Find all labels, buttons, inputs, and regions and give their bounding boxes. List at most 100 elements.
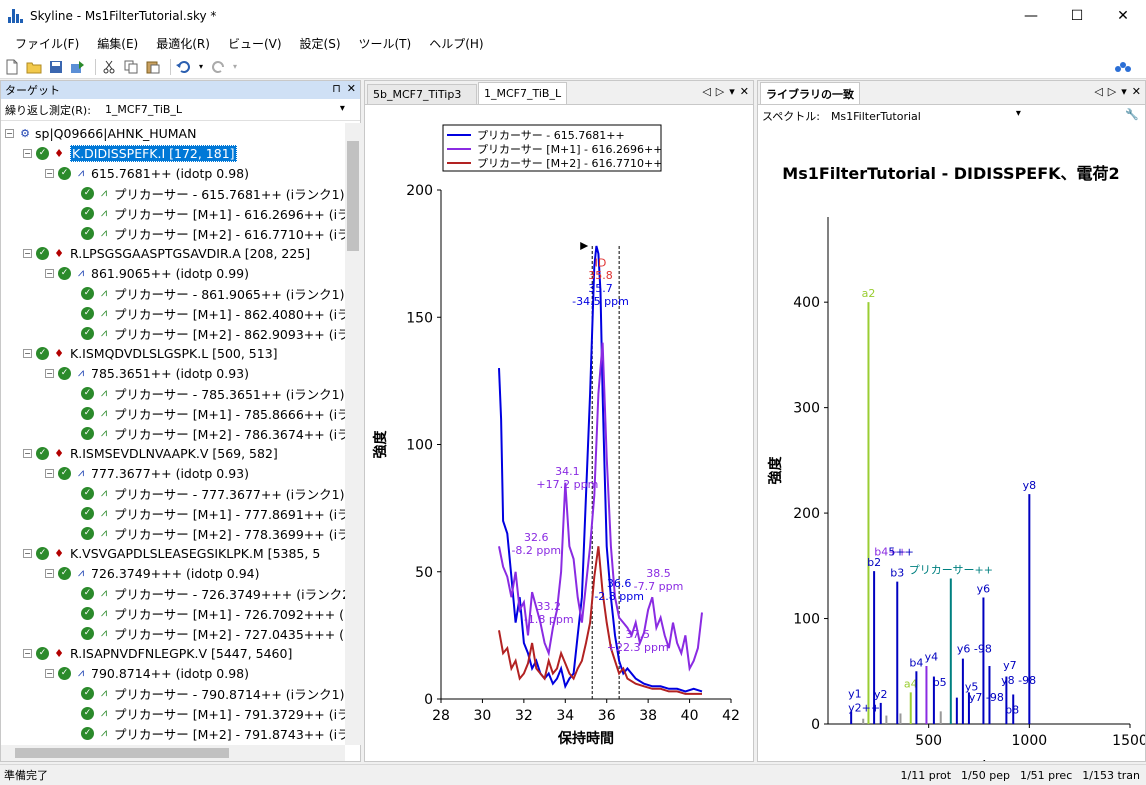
precursor-node[interactable]: − ✓ ⩘ 790.8714++ (idotp 0.98) <box>1 663 345 683</box>
collapse-icon[interactable]: − <box>23 548 32 558</box>
peak-label: y4 <box>925 651 939 664</box>
tab-prev-icon[interactable]: ◁ <box>1094 85 1102 98</box>
transition-node[interactable]: ✓ ⩘ プリカーサー [M+1] - 791.3729++ (iランク <box>1 703 345 723</box>
tab-close-icon[interactable]: ✕ <box>740 85 749 98</box>
collapse-icon[interactable]: − <box>45 268 54 278</box>
menu-tools[interactable]: ツール(T) <box>350 35 421 52</box>
collapse-icon[interactable]: − <box>45 668 54 678</box>
collapse-icon[interactable]: − <box>5 128 14 138</box>
import-icon[interactable] <box>69 58 87 76</box>
collapse-icon[interactable]: − <box>23 248 32 258</box>
menu-settings[interactable]: 設定(S) <box>291 35 350 52</box>
tab-menu-icon[interactable]: ▾ <box>1121 85 1127 98</box>
peak-annotation: 35.8 <box>588 269 613 282</box>
copy-icon[interactable] <box>122 58 140 76</box>
library-spectrum-chart[interactable]: Ms1FilterTutorial - DIDISSPEFK、電荷2 0 100 20… <box>758 127 1146 774</box>
precursor-icon: ⩘ <box>77 166 85 179</box>
transition-node[interactable]: ✓ ⩘ プリカーサー - 790.8714++ (iランク1)[i 1 <box>1 683 345 703</box>
cut-icon[interactable] <box>100 58 118 76</box>
tab-replicate-5b[interactable]: 5b_MCF7_TiTip3 <box>367 84 477 104</box>
tab-prev-icon[interactable]: ◁ <box>702 85 710 98</box>
transition-node[interactable]: ✓ ⩘ プリカーサー [M+2] - 791.8743++ (iランク <box>1 723 345 743</box>
menu-view[interactable]: ビュー(V) <box>219 35 291 52</box>
tab-menu-icon[interactable]: ▾ <box>729 85 735 98</box>
pin-icon[interactable]: ⊓ <box>332 82 341 95</box>
redo-icon[interactable] <box>209 58 227 76</box>
spectrum-select[interactable]: Ms1FilterTutorial <box>828 107 1024 125</box>
transition-node[interactable]: ✓ ⩘ プリカーサー [M+1] - 777.8691++ (iランク <box>1 503 345 523</box>
collapse-icon[interactable]: − <box>45 468 54 478</box>
precursor-node[interactable]: − ✓ ⩘ 615.7681++ (idotp 0.98) <box>1 163 345 183</box>
transition-node[interactable]: ✓ ⩘ プリカーサー [M+1] - 785.8666++ (iランク <box>1 403 345 423</box>
open-folder-icon[interactable] <box>25 58 43 76</box>
peptide-node[interactable]: − ✓ ♦ R.ISMSEVDLNVAAPK.V [569, 582] <box>1 443 345 463</box>
chromatogram-chart[interactable]: 0 50 100 150 200 28 30 32 34 36 38 40 42 保持時間 強度 ID35.8… <box>365 105 753 761</box>
precursor-node[interactable]: − ✓ ⩘ 785.3651++ (idotp 0.93) <box>1 363 345 383</box>
transition-node[interactable]: ✓ ⩘ プリカーサー [M+1] - 616.2696++ (iランク <box>1 203 345 223</box>
paste-icon[interactable] <box>144 58 162 76</box>
check-icon: ✓ <box>81 206 94 220</box>
check-icon: ✓ <box>81 686 94 700</box>
transition-node[interactable]: ✓ ⩘ プリカーサー - 615.7681++ (iランク1)[i 1 <box>1 183 345 203</box>
tree-vertical-scrollbar[interactable] <box>345 123 361 745</box>
menu-edit[interactable]: 編集(E) <box>88 35 147 52</box>
tab-close-icon[interactable]: ✕ <box>1132 85 1141 98</box>
check-icon: ✓ <box>81 186 94 200</box>
peptide-label: K.VSVGAPDLSLEASEGSIKLPK.M [5385, 5 <box>70 545 321 561</box>
collapse-icon[interactable]: − <box>23 448 32 458</box>
spectrum-label: スペクトル: <box>762 110 820 123</box>
menu-refine[interactable]: 最適化(R) <box>147 35 219 52</box>
transition-node[interactable]: ✓ ⩘ プリカーサー [M+2] - 778.3699++ (iランク <box>1 523 345 543</box>
transition-node[interactable]: ✓ ⩘ プリカーサー [M+2] - 786.3674++ (iランク <box>1 423 345 443</box>
collapse-icon[interactable]: − <box>23 348 32 358</box>
tab-library-match[interactable]: ライブラリの一致 <box>760 82 860 104</box>
peak-annotation: +22.3 ppm <box>607 641 669 654</box>
menu-file[interactable]: ファイル(F) <box>6 35 88 52</box>
collapse-icon[interactable]: − <box>23 648 32 658</box>
precursor-node[interactable]: − ✓ ⩘ 777.3677++ (idotp 0.93) <box>1 463 345 483</box>
collapse-icon[interactable]: − <box>45 168 54 178</box>
transition-node[interactable]: ✓ ⩘ プリカーサー [M+1] - 862.4080++ (iランク <box>1 303 345 323</box>
close-button[interactable]: ✕ <box>1100 0 1146 31</box>
transition-node[interactable]: ✓ ⩘ プリカーサー [M+1] - 726.7092+++ (iラン <box>1 603 345 623</box>
precursor-label: 861.9065++ (idotp 0.99) <box>91 265 250 281</box>
transition-node[interactable]: ✓ ⩘ プリカーサー [M+2] - 616.7710++ (iランク <box>1 223 345 243</box>
save-icon[interactable] <box>47 58 65 76</box>
transition-node[interactable]: ✓ ⩘ プリカーサー - 726.3749+++ (iランク2)[i <box>1 583 345 603</box>
transition-node[interactable]: ✓ ⩘ プリカーサー - 785.3651++ (iランク1)[i 1 <box>1 383 345 403</box>
maximize-button[interactable]: ☐ <box>1054 0 1100 31</box>
tab-replicate-1[interactable]: 1_MCF7_TiB_L <box>478 82 568 104</box>
replicate-select[interactable]: 1_MCF7_TiB_L <box>100 100 349 119</box>
chromatogram-tabstrip: 5b_MCF7_TiTip3 1_MCF7_TiB_L ◁ ▷ ▾ ✕ <box>365 81 753 105</box>
undo-dropdown-icon[interactable]: ▾ <box>197 58 205 76</box>
minimize-button[interactable]: — <box>1008 0 1054 31</box>
peak-label: y7 -98 <box>969 691 1004 704</box>
transition-label: プリカーサー [M+2] - 791.8743++ (iランク <box>114 726 345 742</box>
wrench-icon[interactable]: 🔧 <box>1125 108 1139 121</box>
transition-node[interactable]: ✓ ⩘ プリカーサー - 777.3677++ (iランク1)[i 1 <box>1 483 345 503</box>
panel-close-icon[interactable]: ✕ <box>347 82 356 95</box>
transition-node[interactable]: ✓ ⩘ プリカーサー [M+2] - 862.9093++ (iランク <box>1 323 345 343</box>
peptide-icon[interactable] <box>1114 58 1132 76</box>
collapse-icon[interactable]: − <box>23 148 32 158</box>
precursor-node[interactable]: − ✓ ⩘ 861.9065++ (idotp 0.99) <box>1 263 345 283</box>
peptide-node[interactable]: − ✓ ♦ K.ISMQDVDLSLGSPK.L [500, 513] <box>1 343 345 363</box>
new-file-icon[interactable] <box>3 58 21 76</box>
collapse-icon[interactable]: − <box>45 568 54 578</box>
transition-node[interactable]: ✓ ⩘ プリカーサー - 861.9065++ (iランク1)[i 1 <box>1 283 345 303</box>
undo-icon[interactable] <box>175 58 193 76</box>
peptide-node[interactable]: − ✓ ♦ R.LPSGSGAASPTGSAVDIR.A [208, 225] <box>1 243 345 263</box>
peptide-node[interactable]: − ✓ ♦ K.DIDISSPEFK.I [172, 181] <box>1 143 345 163</box>
redo-dropdown-icon[interactable]: ▾ <box>231 58 239 76</box>
peptide-node[interactable]: − ✓ ♦ K.VSVGAPDLSLEASEGSIKLPK.M [5385, 5 <box>1 543 345 563</box>
menu-help[interactable]: ヘルプ(H) <box>420 35 492 52</box>
peptide-node[interactable]: − ✓ ♦ R.ISAPNVDFNLEGPK.V [5447, 5460] <box>1 643 345 663</box>
chromatogram-panel: 5b_MCF7_TiTip3 1_MCF7_TiB_L ◁ ▷ ▾ ✕ 0 50 100 1… <box>364 80 754 762</box>
protein-node[interactable]: − ⚙ sp|Q09666|AHNK_HUMAN <box>1 123 345 143</box>
precursor-node[interactable]: − ✓ ⩘ 726.3749+++ (idotp 0.94) <box>1 563 345 583</box>
transition-node[interactable]: ✓ ⩘ プリカーサー [M+2] - 727.0435+++ (iラン <box>1 623 345 643</box>
tab-next-icon[interactable]: ▷ <box>1108 85 1116 98</box>
collapse-icon[interactable]: − <box>45 368 54 378</box>
tree-horizontal-scrollbar[interactable] <box>1 745 345 761</box>
tab-next-icon[interactable]: ▷ <box>716 85 724 98</box>
